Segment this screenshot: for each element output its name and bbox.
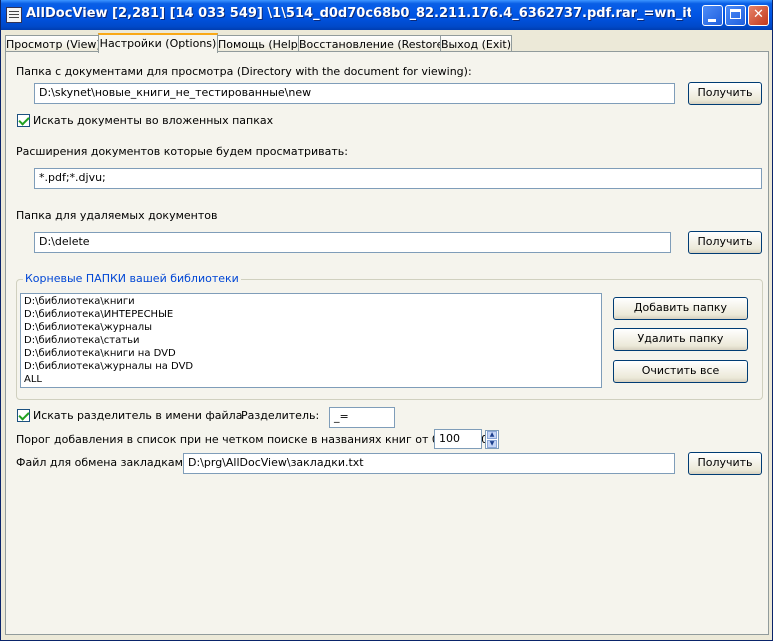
list-item[interactable]: D:\библиотека\ИНТЕРЕСНЫЕ [24, 308, 598, 321]
doc-dir-input[interactable]: D:\skynet\новые_книги_не_тестированные\n… [34, 83, 675, 104]
root-folders-group-title: Корневые ПАПКИ вашей библиотеки [23, 272, 241, 285]
search-subfolders-checkbox[interactable] [17, 114, 30, 127]
list-item[interactable]: D:\библиотека\журналы на DVD [24, 360, 598, 373]
add-folder-button[interactable]: Добавить папку [613, 297, 748, 320]
options-panel: Папка с документами для просмотра (Direc… [5, 51, 769, 635]
list-item[interactable]: D:\библиотека\книги на DVD [24, 347, 598, 360]
doc-dir-label: Папка с документами для просмотра (Direc… [16, 65, 472, 78]
minimize-button[interactable] [702, 5, 723, 26]
list-item[interactable]: D:\библиотека\книги [24, 295, 598, 308]
separator-label: Разделитель: [241, 409, 320, 422]
list-item[interactable]: D:\библиотека\статьи [24, 334, 598, 347]
threshold-label: Порог добавления в список при не четком … [16, 433, 489, 446]
delete-dir-input[interactable]: D:\delete [34, 232, 671, 253]
tab-exit[interactable]: Выход (Exit) [440, 35, 512, 52]
tab-restore[interactable]: Восстановление (Restore) [298, 35, 448, 52]
extensions-label: Расширения документов которые будем прос… [16, 145, 348, 158]
search-subfolders-label: Искать документы во вложенных папках [33, 114, 274, 127]
tab-view[interactable]: Просмотр (View) [5, 35, 101, 52]
main-window: AllDocView [2,281] [14 033 549] \1\514_d… [0, 0, 773, 641]
close-button[interactable] [748, 5, 769, 26]
clear-all-button[interactable]: Очистить все [613, 360, 748, 383]
search-separator-label: Искать разделитель в имени файла [33, 409, 243, 422]
list-item[interactable]: D:\библиотека\журналы [24, 321, 598, 334]
threshold-spinner[interactable]: ▲ ▼ [485, 430, 499, 449]
extensions-input[interactable]: *.pdf;*.djvu; [34, 168, 762, 189]
tab-help[interactable]: Помощь (Help) [217, 35, 302, 52]
separator-input[interactable]: _= [329, 407, 395, 428]
search-separator-checkbox[interactable] [17, 409, 30, 422]
bookmarks-label: Файл для обмена закладками [16, 456, 191, 469]
get-doc-dir-button[interactable]: Получить [688, 82, 762, 105]
threshold-input[interactable]: 100 [434, 429, 482, 449]
title-bar[interactable]: AllDocView [2,281] [14 033 549] \1\514_d… [1, 0, 772, 30]
root-folders-list[interactable]: D:\библиотека\книги D:\библиотека\ИНТЕРЕ… [20, 293, 602, 388]
get-delete-dir-button[interactable]: Получить [688, 231, 762, 254]
remove-folder-button[interactable]: Удалить папку [613, 328, 748, 351]
app-icon[interactable] [6, 7, 22, 23]
delete-dir-label: Папка для удаляемых документов [16, 209, 218, 222]
spin-up-icon[interactable]: ▲ [487, 431, 497, 439]
spin-down-icon[interactable]: ▼ [487, 440, 497, 448]
list-item[interactable]: ALL [24, 373, 598, 386]
get-bookmarks-button[interactable]: Получить [688, 452, 762, 475]
tab-options[interactable]: Настройки (Options) [98, 33, 218, 53]
maximize-button[interactable] [725, 5, 746, 26]
window-title: AllDocView [2,281] [14 033 549] \1\514_d… [26, 6, 691, 21]
bookmarks-input[interactable]: D:\prg\AllDocView\закладки.txt [183, 453, 675, 474]
